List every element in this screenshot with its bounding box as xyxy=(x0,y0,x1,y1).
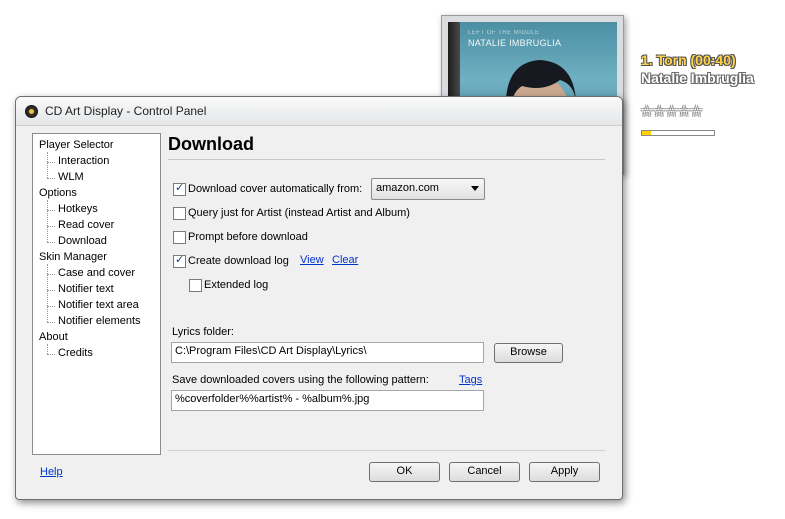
tree-connector xyxy=(47,162,55,163)
tree-connector xyxy=(47,306,55,307)
lyrics-folder-input[interactable]: C:\Program Files\CD Art Display\Lyrics\ xyxy=(171,342,484,363)
tree-item-notifier-text-area[interactable]: Notifier text area xyxy=(58,299,139,311)
tree-connector xyxy=(47,178,55,179)
tree-item-read-cover[interactable]: Read cover xyxy=(58,219,114,231)
cover-artist-text: NATALIE IMBRUGLIA xyxy=(468,38,562,48)
page-title: Download xyxy=(168,134,254,154)
auto-download-checkbox[interactable] xyxy=(173,181,186,196)
tree-item-skin-manager[interactable]: Skin Manager xyxy=(39,251,107,263)
title-bar[interactable]: CD Art Display - Control Panel xyxy=(16,97,622,126)
tree-connector xyxy=(47,354,55,355)
artist-only-checkbox[interactable] xyxy=(173,207,186,220)
cancel-button[interactable]: Cancel xyxy=(449,462,520,482)
tree-connector xyxy=(47,322,55,323)
notifier-artist: Natalie Imbruglia xyxy=(641,70,754,86)
prompt-label: Prompt before download xyxy=(188,231,308,243)
lyrics-folder-label: Lyrics folder: xyxy=(172,326,234,338)
cover-album-text: LEFT OF THE MIDDLE xyxy=(468,30,540,36)
tree-connector xyxy=(47,242,55,243)
app-cd-icon xyxy=(25,105,38,118)
heading-divider xyxy=(168,159,605,160)
extended-log-checkbox[interactable] xyxy=(189,279,202,292)
tree-item-notifier-text[interactable]: Notifier text xyxy=(58,283,114,295)
view-log-link[interactable]: View xyxy=(300,254,324,266)
footer-divider xyxy=(168,450,605,451)
settings-tree: Player Selector Interaction WLM Options Hotk… xyxy=(32,133,161,455)
artist-only-label: Query just for Artist (instead Artist an… xyxy=(188,207,410,219)
tree-connector xyxy=(47,200,48,242)
download-log-label: Create download log xyxy=(188,255,289,267)
window-title: CD Art Display - Control Panel xyxy=(45,104,207,118)
tree-item-player-selector[interactable]: Player Selector xyxy=(39,139,114,151)
tree-connector xyxy=(47,210,55,211)
source-select-value: amazon.com xyxy=(376,182,439,194)
chevron-down-icon xyxy=(471,186,479,191)
notifier-track: 1. Torn (00:40) xyxy=(641,52,736,68)
apply-button[interactable]: Apply xyxy=(529,462,600,482)
tree-item-case-and-cover[interactable]: Case and cover xyxy=(58,267,135,279)
tags-link[interactable]: Tags xyxy=(459,374,482,386)
extended-log-label: Extended log xyxy=(204,279,269,291)
tree-item-about[interactable]: About xyxy=(39,331,68,343)
rating-stars[interactable]: ☆☆☆☆☆ xyxy=(640,102,703,120)
help-link[interactable]: Help xyxy=(40,466,63,478)
tree-connector xyxy=(47,226,55,227)
browse-button[interactable]: Browse xyxy=(494,343,563,363)
tree-connector xyxy=(47,264,48,322)
auto-download-label: Download cover automatically from: xyxy=(188,183,363,195)
playback-progress[interactable] xyxy=(641,130,715,136)
tree-item-notifier-elements[interactable]: Notifier elements xyxy=(58,315,141,327)
tree-item-options[interactable]: Options xyxy=(39,187,77,199)
tree-connector xyxy=(47,152,48,178)
playback-progress-fill xyxy=(642,131,651,135)
tree-item-wlm[interactable]: WLM xyxy=(58,171,84,183)
clear-log-link[interactable]: Clear xyxy=(332,254,358,266)
source-select[interactable]: amazon.com xyxy=(371,178,485,200)
download-log-checkbox[interactable] xyxy=(173,253,186,268)
ok-button[interactable]: OK xyxy=(369,462,440,482)
tree-item-credits[interactable]: Credits xyxy=(58,347,93,359)
pattern-label: Save downloaded covers using the followi… xyxy=(172,374,429,386)
tree-connector xyxy=(47,274,55,275)
tree-item-download[interactable]: Download xyxy=(58,235,107,247)
tree-item-hotkeys[interactable]: Hotkeys xyxy=(58,203,98,215)
pattern-input[interactable]: %coverfolder%%artist% - %album%.jpg xyxy=(171,390,484,411)
tree-item-interaction[interactable]: Interaction xyxy=(58,155,109,167)
tree-connector xyxy=(47,344,48,354)
control-panel-window: CD Art Display - Control Panel Player Se… xyxy=(15,96,623,500)
tree-connector xyxy=(47,290,55,291)
prompt-checkbox[interactable] xyxy=(173,231,186,244)
